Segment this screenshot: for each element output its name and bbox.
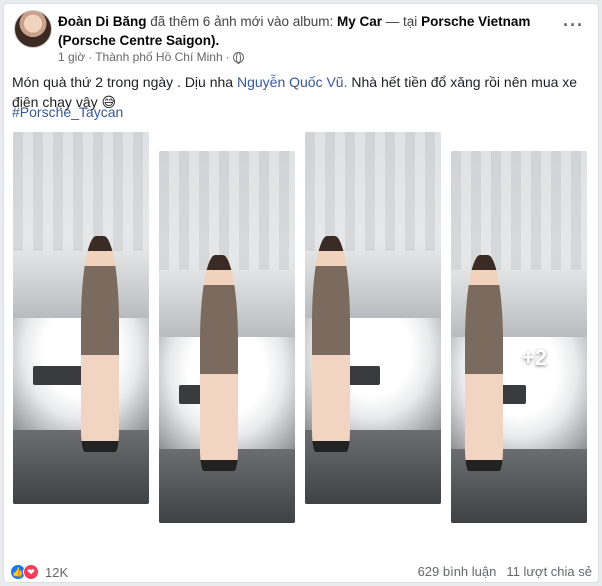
post-card: Đoàn Di Băng đã thêm 6 ảnh mới vào album… — [3, 3, 599, 583]
author-name[interactable]: Đoàn Di Băng — [58, 14, 147, 29]
reaction-count[interactable]: 12K — [45, 565, 68, 580]
location-sub[interactable]: (Porsche Centre Saigon). — [58, 33, 219, 48]
album-link[interactable]: My Car — [337, 14, 382, 29]
photo-ceiling — [305, 132, 441, 252]
more-photos-overlay[interactable]: +2 — [522, 345, 547, 371]
location-link[interactable]: Porsche Vietnam — [421, 14, 530, 29]
post-footer: 👍 ❤ 12K 629 bình luận 11 lượt chia sẻ — [10, 562, 594, 582]
engagement-meta: 629 bình luận 11 lượt chia sẻ — [418, 564, 592, 579]
post-time[interactable]: 1 giờ — [58, 50, 85, 64]
photo-ceiling — [13, 132, 149, 252]
love-icon: ❤ — [23, 564, 39, 580]
post-photo[interactable]: +2 — [451, 151, 587, 523]
mention-link[interactable]: Nguyễn Quốc Vũ. — [237, 74, 348, 90]
photo-person — [464, 255, 503, 471]
post-header: Đoàn Di Băng đã thêm 6 ảnh mới vào album… — [10, 8, 594, 68]
post-text-before: Món quà thứ 2 trong ngày . Dịu nha — [12, 74, 237, 90]
post-photo[interactable] — [305, 132, 441, 504]
post-photo[interactable] — [13, 132, 149, 504]
shares-count[interactable]: 11 lượt chia sẻ — [506, 564, 592, 579]
globe-icon — [232, 51, 244, 64]
reactions-summary[interactable]: 👍 ❤ 12K — [10, 564, 68, 580]
meta-dot: · — [225, 50, 230, 64]
action-text: đã thêm 6 ảnh mới vào album: — [150, 14, 334, 29]
post-place[interactable]: Thành phố Hồ Chí Minh — [95, 50, 222, 64]
photo-ceiling — [451, 151, 587, 271]
photo-person — [81, 236, 120, 452]
post-meta: 1 giờ · Thành phố Hồ Chí Minh · — [58, 50, 244, 64]
comments-count[interactable]: 629 bình luận — [418, 564, 497, 579]
avatar[interactable] — [14, 10, 52, 48]
post-title: Đoàn Di Băng đã thêm 6 ảnh mới vào album… — [58, 12, 558, 50]
post-photo[interactable] — [159, 151, 295, 523]
separator-text: — tại — [385, 14, 418, 29]
photo-person — [199, 255, 238, 471]
more-options-button[interactable]: ··· — [563, 16, 584, 34]
photo-ceiling — [159, 151, 295, 271]
photo-person — [311, 236, 350, 452]
hashtag-link[interactable]: #Porsche_Taycan — [12, 104, 123, 120]
meta-dot: · — [88, 50, 93, 64]
photo-grille — [33, 366, 88, 385]
